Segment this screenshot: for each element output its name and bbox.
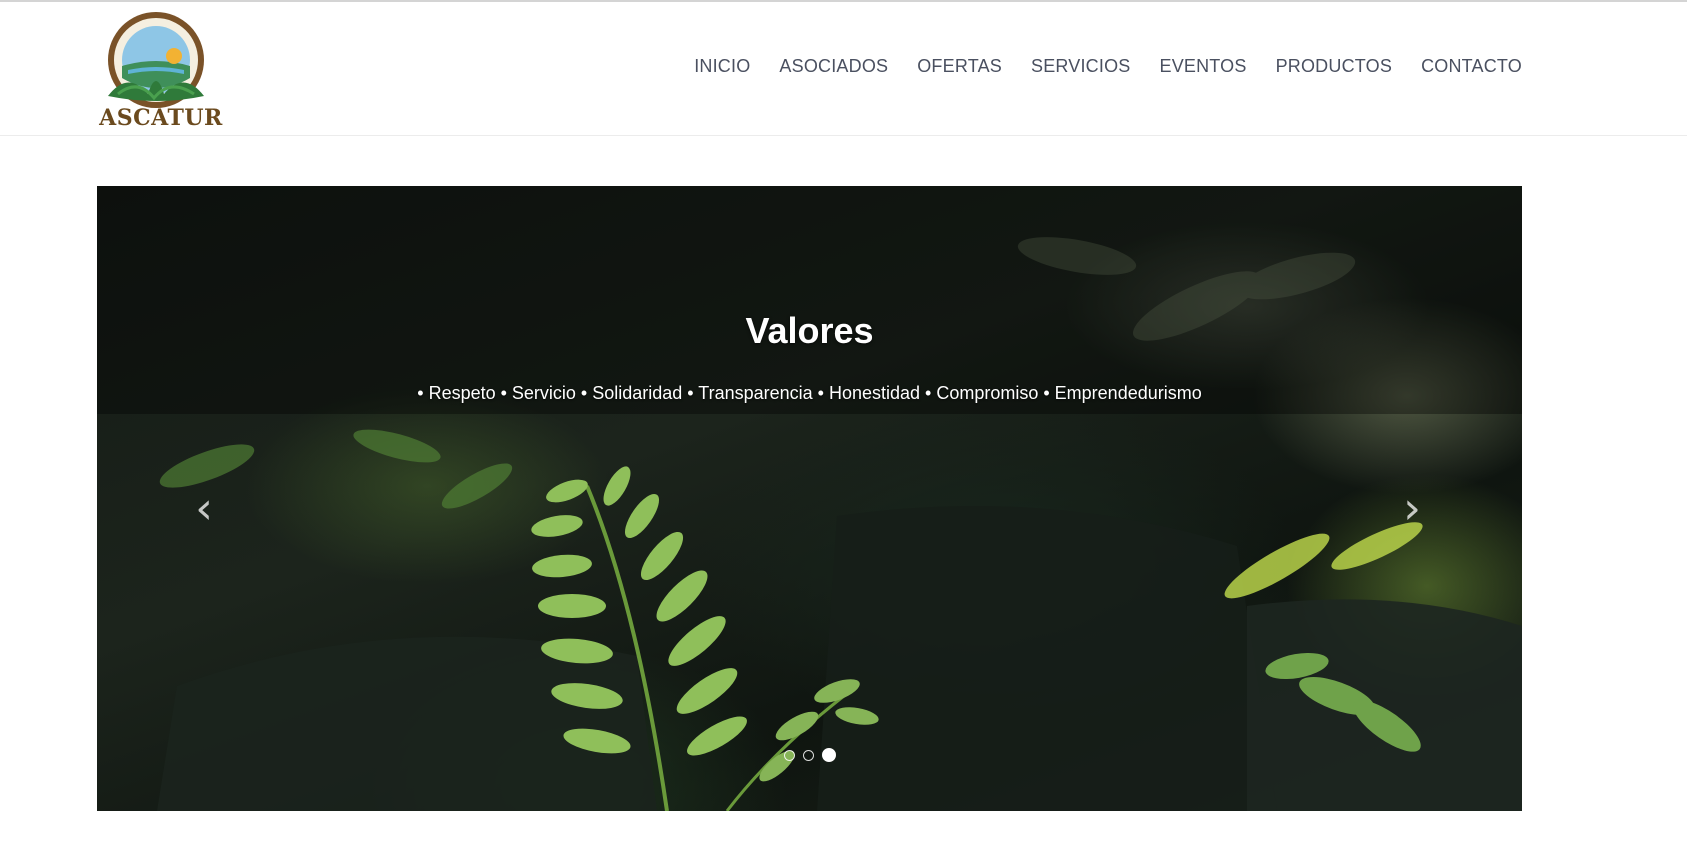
- carousel-prev-button[interactable]: ‹: [179, 484, 229, 534]
- caption-overlay: [97, 186, 1522, 414]
- chevron-left-icon: ‹: [195, 483, 213, 534]
- carousel-indicator-1[interactable]: [783, 749, 795, 761]
- logo-text: ASCATUR: [99, 105, 223, 131]
- nav-item-inicio[interactable]: INICIO: [694, 56, 750, 77]
- nav-item-contacto[interactable]: CONTACTO: [1421, 56, 1522, 77]
- nav-item-asociados[interactable]: ASOCIADOS: [779, 56, 888, 77]
- carousel-next-button[interactable]: ›: [1387, 484, 1437, 534]
- nav-item-ofertas[interactable]: OFERTAS: [917, 56, 1002, 77]
- carousel-indicator-3[interactable]: [821, 748, 836, 762]
- chevron-right-icon: ›: [1403, 483, 1421, 534]
- main-nav: INICIO ASOCIADOS OFERTAS SERVICIOS EVENT…: [665, 56, 1522, 77]
- ascatur-logo[interactable]: ASCATUR: [98, 8, 224, 132]
- slide-title: Valores: [745, 310, 874, 351]
- carousel-indicators: [97, 748, 1522, 762]
- nav-item-productos[interactable]: PRODUCTOS: [1276, 56, 1392, 77]
- hero-carousel: Valores • Respeto • Servicio • Solidarid…: [97, 186, 1522, 811]
- carousel-indicator-2[interactable]: [802, 749, 814, 761]
- nav-item-eventos[interactable]: EVENTOS: [1159, 56, 1246, 77]
- nav-item-servicios[interactable]: SERVICIOS: [1031, 56, 1131, 77]
- navbar: ASCATUR INICIO ASOCIADOS OFERTAS SERVICI…: [0, 2, 1687, 136]
- logo-emblem-icon: [108, 12, 204, 108]
- slide-caption: • Respeto • Servicio • Solidaridad • Tra…: [417, 383, 1202, 403]
